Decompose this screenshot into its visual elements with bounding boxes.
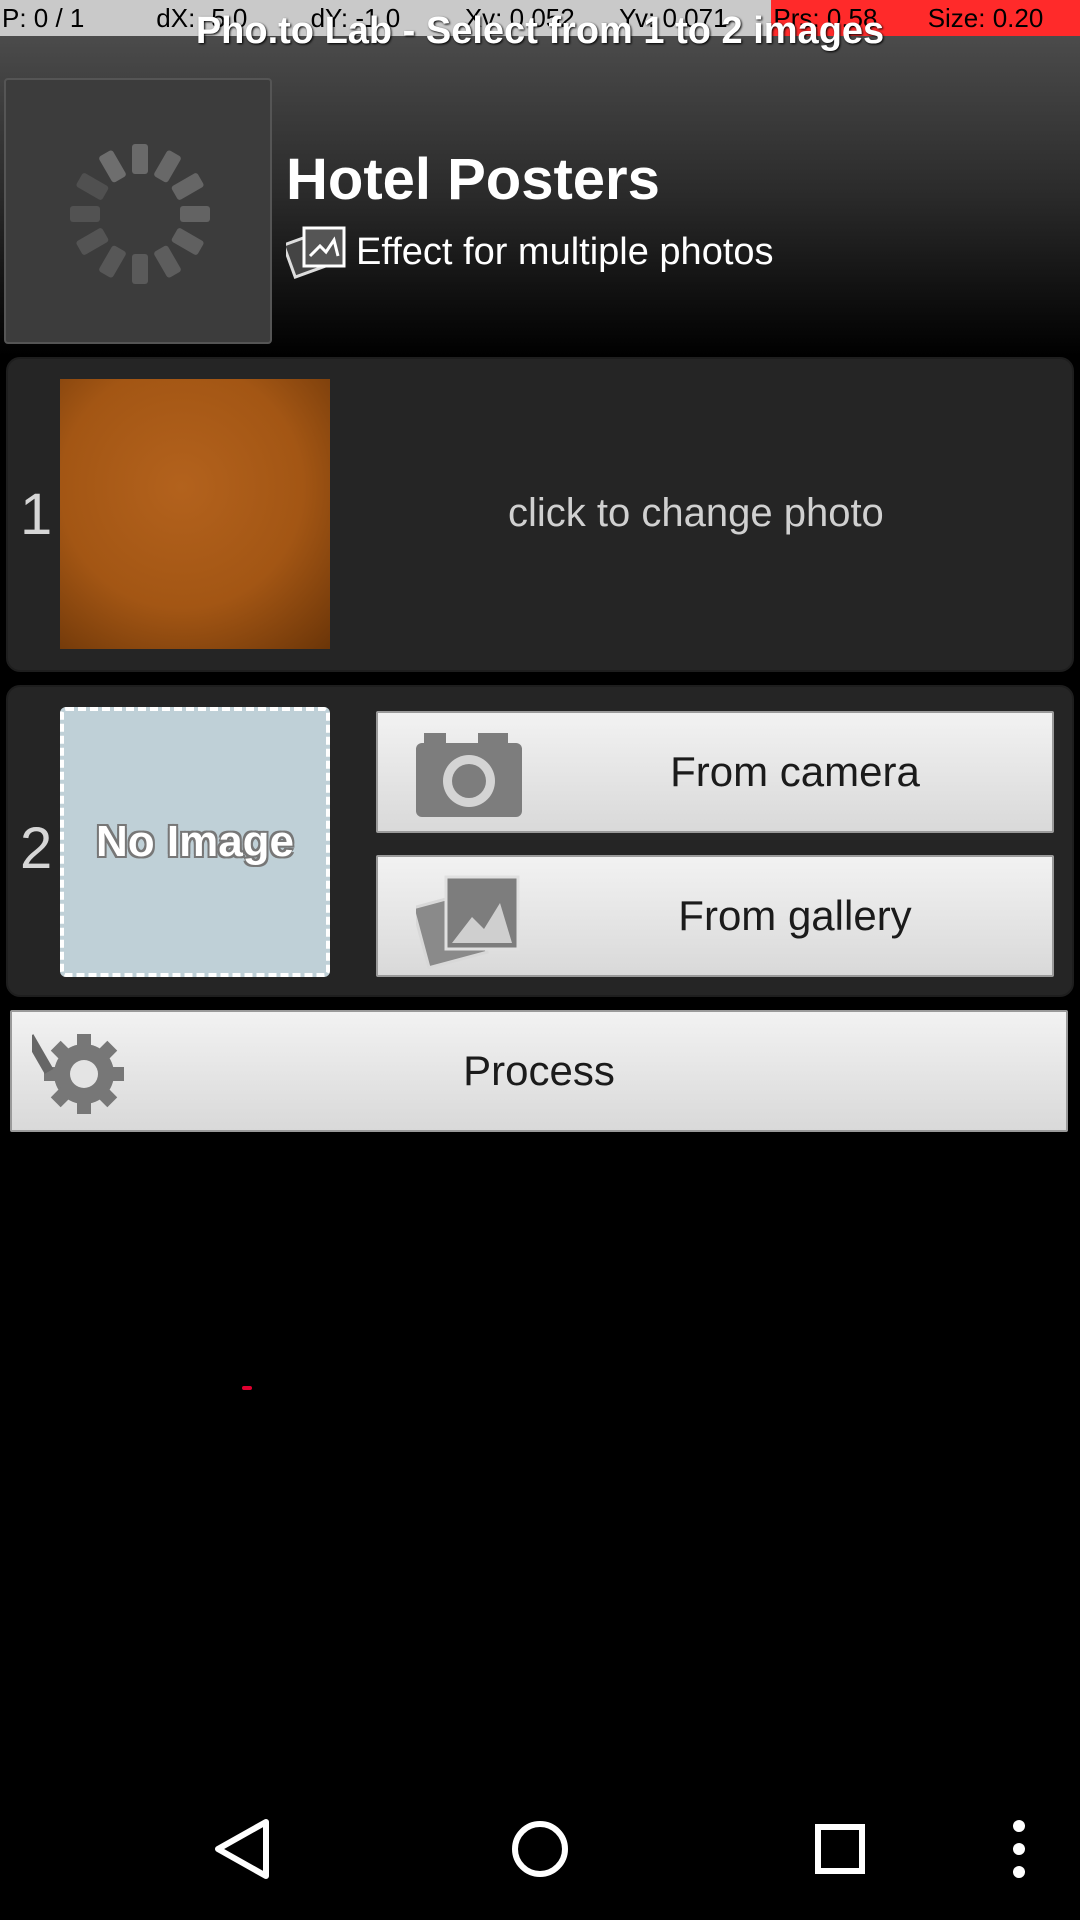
photo-slot-1[interactable]: 1 click to change photo	[6, 357, 1074, 672]
from-camera-button[interactable]: From camera	[376, 711, 1054, 833]
gear-brush-icon	[32, 1034, 124, 1114]
slot-number: 2	[20, 816, 53, 881]
effect-subtitle: Effect for multiple photos	[356, 230, 774, 273]
app-title: Pho.to Lab - Select from 1 to 2 images	[195, 10, 885, 52]
touch-trace-mark	[242, 1386, 252, 1390]
from-gallery-button[interactable]: From gallery	[376, 855, 1054, 977]
recents-icon[interactable]	[814, 1818, 866, 1880]
overflow-menu-icon[interactable]	[1004, 1818, 1034, 1880]
gallery-icon	[416, 875, 520, 969]
effect-preview-loading	[4, 78, 272, 344]
home-icon[interactable]	[510, 1818, 570, 1880]
effect-header: Hotel Posters Effect for multiple photos	[0, 36, 1080, 356]
back-icon[interactable]	[212, 1818, 272, 1880]
no-image-placeholder: No Image	[60, 707, 330, 977]
effect-subtitle-row: Effect for multiple photos	[286, 224, 774, 280]
camera-icon	[416, 733, 522, 817]
no-image-label: No Image	[95, 817, 295, 866]
system-navigation-bar	[0, 1778, 1080, 1920]
change-photo-hint[interactable]: click to change photo	[508, 491, 884, 536]
effect-title: Hotel Posters	[286, 147, 660, 212]
photo-slot-2: 2 No Image From camera From gallery	[6, 685, 1074, 997]
process-label: Process	[463, 1047, 615, 1094]
multi-photo-icon	[286, 226, 346, 279]
selected-photo-thumbnail[interactable]	[60, 379, 330, 649]
process-button[interactable]: Process	[10, 1010, 1068, 1132]
loading-spinner-icon	[70, 144, 210, 284]
slot-number: 1	[20, 482, 53, 547]
